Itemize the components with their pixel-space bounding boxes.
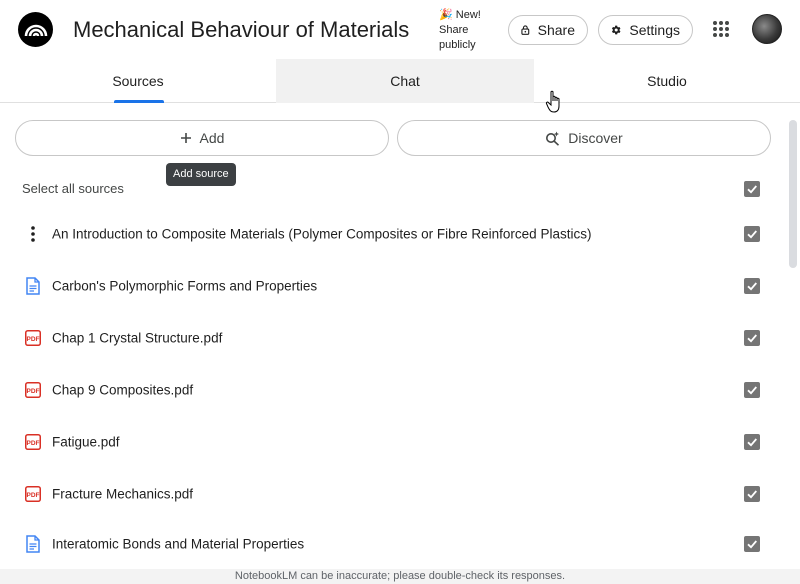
add-source-tooltip: Add source	[166, 163, 236, 186]
disclaimer-footer: NotebookLM can be inaccurate; please dou…	[0, 569, 800, 584]
source-row[interactable]: PDF Chap 1 Crystal Structure.pdf	[0, 312, 785, 364]
source-title: Chap 9 Composites.pdf	[52, 382, 194, 398]
check-icon	[747, 185, 757, 194]
source-title: An Introduction to Composite Materials (…	[52, 226, 592, 242]
active-tab-indicator	[114, 100, 164, 103]
more-vert-icon[interactable]	[24, 225, 42, 243]
hand-cursor-icon	[545, 90, 560, 113]
party-icon: 🎉	[439, 9, 453, 21]
pdf-icon: PDF	[24, 381, 42, 399]
share-button[interactable]: Share	[508, 15, 588, 45]
svg-text:PDF: PDF	[27, 336, 40, 343]
discover-search-icon	[546, 131, 560, 146]
pdf-icon: PDF	[24, 433, 42, 451]
tab-bar: Sources Chat Studio	[0, 59, 800, 103]
source-row[interactable]: PDF Fatigue.pdf	[0, 416, 785, 468]
apps-grid-icon[interactable]	[712, 20, 730, 38]
source-title: Interatomic Bonds and Material Propertie…	[52, 536, 305, 552]
check-icon	[747, 230, 757, 239]
tab-chat-label: Chat	[390, 73, 420, 89]
discover-label: Discover	[568, 130, 623, 146]
source-title: Fracture Mechanics.pdf	[52, 486, 194, 502]
tab-sources-label: Sources	[112, 73, 164, 89]
check-icon	[747, 438, 757, 447]
check-icon	[747, 540, 757, 549]
source-checkbox[interactable]	[744, 434, 760, 450]
add-label: Add	[199, 130, 225, 146]
share-publicly-promo[interactable]: 🎉 New! Share publicly	[439, 8, 499, 53]
new-badge: 🎉 New!	[439, 9, 481, 21]
source-row[interactable]: PDF Chap 9 Composites.pdf	[0, 364, 785, 416]
source-title: Chap 1 Crystal Structure.pdf	[52, 330, 223, 346]
svg-text:PDF: PDF	[27, 388, 40, 395]
source-checkbox[interactable]	[744, 486, 760, 502]
check-icon	[747, 386, 757, 395]
document-icon	[24, 277, 42, 295]
source-row[interactable]: Interatomic Bonds and Material Propertie…	[0, 518, 785, 570]
source-row[interactable]: An Introduction to Composite Materials (…	[0, 208, 785, 260]
add-source-button[interactable]: Add	[15, 120, 389, 156]
gear-icon	[611, 25, 621, 35]
tab-chat[interactable]: Chat	[276, 59, 534, 103]
svg-text:PDF: PDF	[27, 440, 40, 447]
source-title: Fatigue.pdf	[52, 434, 120, 450]
source-checkbox[interactable]	[744, 330, 760, 346]
pdf-icon: PDF	[24, 329, 42, 347]
settings-label: Settings	[629, 22, 680, 38]
source-checkbox[interactable]	[744, 278, 760, 294]
share-publicly-line1: Share	[439, 24, 469, 36]
share-publicly-line2: publicly	[439, 39, 476, 51]
pdf-icon: PDF	[24, 485, 42, 503]
document-icon	[24, 535, 42, 553]
tab-studio-label: Studio	[647, 73, 687, 89]
source-title: Carbon's Polymorphic Forms and Propertie…	[52, 278, 318, 294]
account-avatar[interactable]	[752, 14, 782, 44]
notebooklm-app: Mechanical Behaviour of Materials Mi 🎉 N…	[0, 0, 800, 584]
source-checkbox[interactable]	[744, 382, 760, 398]
lock-icon	[521, 25, 530, 35]
settings-button[interactable]: Settings	[598, 15, 693, 45]
source-list-scrollbar[interactable]	[789, 120, 797, 268]
plus-icon	[180, 133, 191, 143]
check-icon	[747, 334, 757, 343]
tab-studio[interactable]: Studio	[534, 59, 800, 103]
svg-text:PDF: PDF	[27, 492, 40, 499]
check-icon	[747, 490, 757, 499]
source-checkbox[interactable]	[744, 536, 760, 552]
tab-sources[interactable]: Sources	[0, 59, 276, 103]
source-checkbox[interactable]	[744, 226, 760, 242]
discover-button[interactable]: Discover	[397, 120, 771, 156]
top-bar: Mechanical Behaviour of Materials Mi 🎉 N…	[0, 0, 800, 58]
notebook-title[interactable]: Mechanical Behaviour of Materials Mi	[73, 15, 413, 45]
notebooklm-logo-icon[interactable]	[18, 12, 53, 47]
select-all-checkbox[interactable]	[744, 181, 760, 197]
select-all-label: Select all sources	[22, 181, 124, 196]
share-label: Share	[537, 22, 575, 38]
source-row[interactable]: PDF Fracture Mechanics.pdf	[0, 468, 785, 520]
check-icon	[747, 282, 757, 291]
source-row[interactable]: Carbon's Polymorphic Forms and Propertie…	[0, 260, 785, 312]
